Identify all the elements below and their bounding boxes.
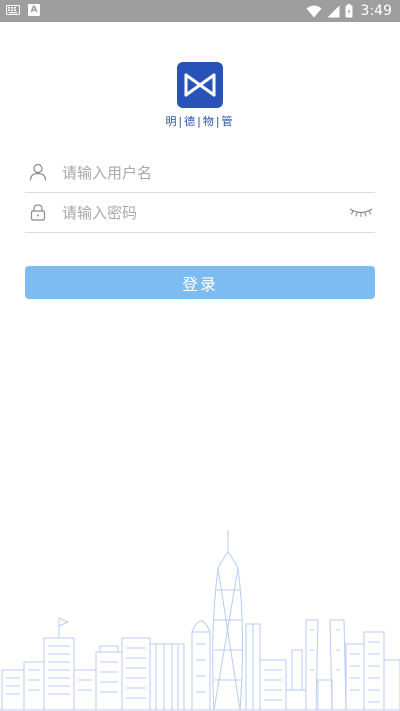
battery-icon bbox=[345, 4, 353, 18]
a-notification-icon: A bbox=[28, 4, 40, 16]
lock-icon bbox=[30, 204, 46, 221]
keyboard-icon bbox=[6, 5, 20, 15]
user-icon bbox=[29, 163, 47, 181]
wifi-icon bbox=[306, 5, 322, 17]
app-logo: 明|德|物|管 bbox=[160, 62, 240, 129]
city-skyline-illustration bbox=[0, 530, 400, 711]
login-button[interactable]: 登录 bbox=[25, 266, 375, 299]
password-input[interactable] bbox=[62, 201, 342, 225]
username-input[interactable] bbox=[62, 161, 342, 185]
status-time: 3:49 bbox=[360, 3, 392, 19]
eye-closed-icon[interactable] bbox=[349, 205, 373, 219]
password-field bbox=[25, 193, 375, 233]
system-tray: 3:49 bbox=[306, 2, 392, 20]
login-screen: A 3:49 明|德|物|管 请输入用户名 登录 bbox=[0, 0, 400, 711]
username-field bbox=[25, 153, 375, 193]
logo-text: 明|德|物|管 bbox=[165, 115, 235, 128]
logo-mark bbox=[177, 62, 223, 108]
logo-bowtie-icon bbox=[184, 73, 216, 97]
signal-icon bbox=[327, 5, 340, 17]
notification-area: A bbox=[6, 4, 40, 16]
status-bar: A 3:49 bbox=[0, 0, 400, 22]
